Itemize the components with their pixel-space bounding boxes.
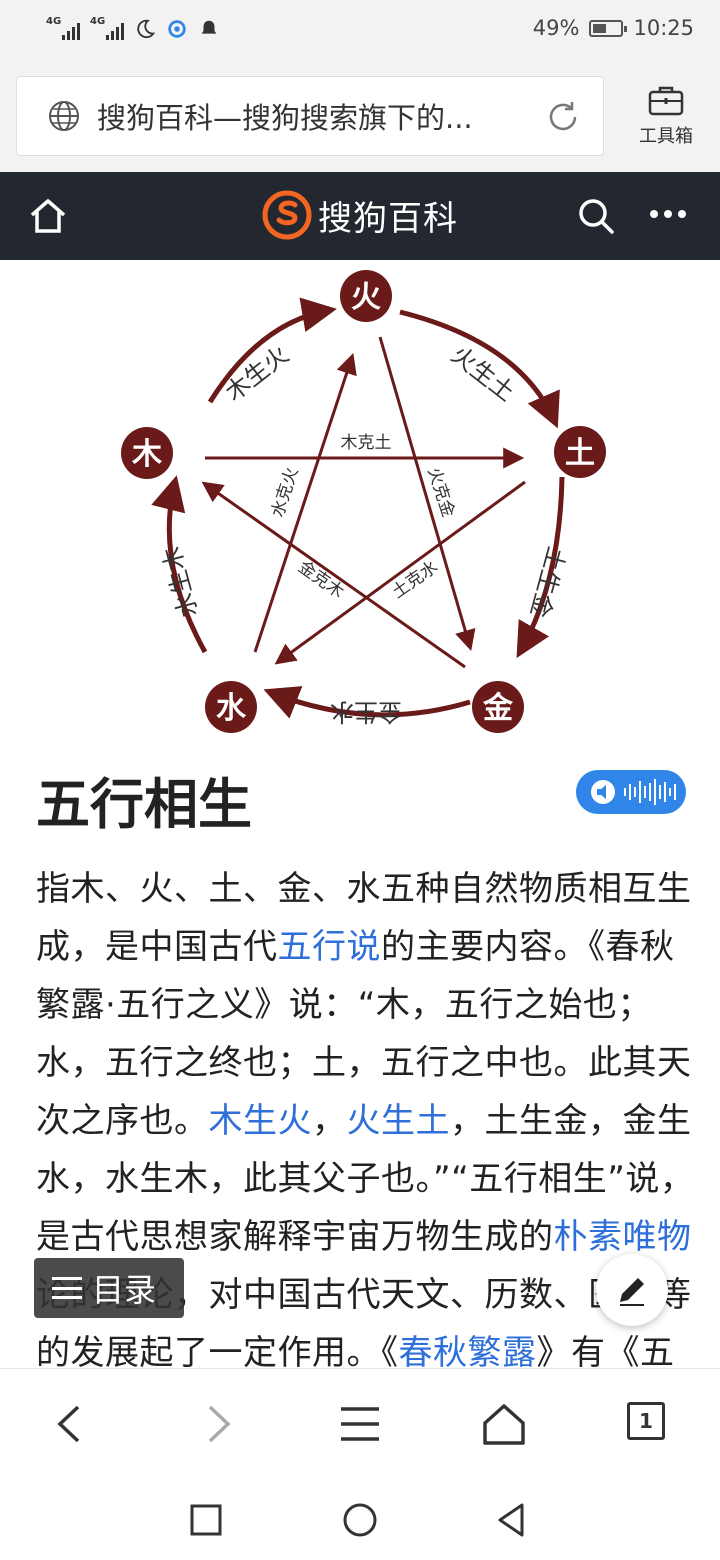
status-icons-right: 49% 10:25 [533, 16, 694, 40]
address-bar: 搜狗百科—搜狗搜索旗下的... 工具箱 [0, 64, 720, 172]
star-arrow-fire-metal [378, 336, 476, 652]
tabs-button[interactable]: 1 [627, 1402, 665, 1440]
element-metal: 金 [472, 681, 524, 733]
browser-bottom-bar: 1 [0, 1368, 720, 1480]
link-fire-earth[interactable]: 火生土 [347, 1101, 451, 1141]
url-text: 搜狗百科—搜狗搜索旗下的... [97, 101, 473, 135]
svg-text:水: 水 [216, 691, 247, 726]
status-icons-left: 4G 4G [46, 16, 220, 40]
forward-icon[interactable] [192, 1399, 242, 1449]
toc-label: 目录 [92, 1271, 157, 1309]
svg-text:木: 木 [131, 437, 162, 472]
url-field[interactable]: 搜狗百科—搜狗搜索旗下的... [16, 76, 604, 156]
toolbox-button[interactable]: 工具箱 [628, 84, 704, 148]
label-metal-water: 金生水 [330, 698, 402, 726]
signal-icon: 4G [46, 16, 80, 40]
reload-icon[interactable] [545, 99, 581, 135]
element-earth: 土 [554, 426, 606, 478]
label-water-fire: 水克火 [268, 465, 303, 520]
text-line: 次之序也。木生火，火生土，土生金，金生 [36, 1101, 692, 1141]
star-arrow-water-fire [253, 353, 357, 653]
element-water: 水 [205, 681, 257, 733]
text-line: 水，水生木，此其父子也。”“五行相生”说， [36, 1159, 695, 1199]
brand-name: 搜狗百科 [318, 198, 458, 239]
search-icon[interactable] [576, 196, 616, 236]
menu-icon [52, 1277, 82, 1299]
link-chunqiu-fanlu[interactable]: 春秋繁露 [399, 1333, 537, 1373]
globe-icon [49, 101, 79, 131]
system-back-icon[interactable] [492, 1500, 532, 1540]
menu-icon[interactable] [335, 1399, 385, 1449]
toolbox-label: 工具箱 [639, 126, 693, 147]
label-earth-metal: 土生金 [525, 544, 571, 621]
element-fire: 火 [340, 270, 392, 322]
system-nav-bar [0, 1480, 720, 1560]
label-fire-metal: 火克金 [423, 465, 458, 520]
battery-icon [589, 19, 628, 37]
text-line: 成，是中国古代五行说的主要内容。《春秋 [36, 927, 675, 967]
label-wood-earth: 木克土 [341, 433, 392, 453]
back-icon[interactable] [46, 1399, 96, 1449]
toolbox-icon [648, 86, 684, 116]
signal-icon: 4G [90, 16, 124, 40]
svg-text:金: 金 [482, 691, 514, 726]
audio-play-button[interactable] [576, 770, 686, 814]
link-wuxing-theory[interactable]: 五行说 [278, 927, 382, 967]
speaker-icon [591, 780, 615, 804]
label-water-wood: 水生木 [157, 544, 203, 621]
site-header: 搜狗百科 [0, 172, 720, 260]
sogou-logo-icon [262, 190, 312, 240]
text-line: 繁露·五行之义》说：“木，五行之始也； [36, 985, 652, 1025]
battery-fill [593, 23, 607, 33]
link-wood-fire[interactable]: 木生火 [209, 1101, 313, 1141]
notification-icon [201, 20, 217, 34]
location-icon [168, 20, 186, 38]
label-earth-water: 土克水 [389, 557, 442, 603]
waveform-icon [624, 777, 676, 807]
label-fire-earth: 火生土 [446, 340, 520, 406]
home-icon[interactable] [28, 196, 68, 236]
edit-button[interactable] [596, 1254, 668, 1326]
toc-button[interactable]: 目录 [34, 1258, 184, 1318]
brand[interactable]: 搜狗百科 [262, 190, 458, 240]
svg-text:火: 火 [351, 280, 381, 315]
article-title: 五行相生 [36, 773, 252, 836]
moon-icon [137, 19, 156, 39]
system-home-icon[interactable] [340, 1500, 380, 1540]
element-wood: 木 [121, 427, 173, 479]
link-naive-materialism[interactable]: 朴素唯物 [554, 1217, 692, 1257]
wuxing-diagram: 火 土 金 水 木 木生火 火生土 土生金 金生水 水生木 木克土 火克金 水克… [121, 270, 606, 733]
status-bar: 4G 4G 49% 10:25 [0, 0, 720, 64]
text-line: 指木、火、土、金、水五种自然物质相互生 [36, 869, 692, 909]
clock: 10:25 [633, 16, 694, 40]
text-line: 水，五行之终也；土，五行之中也。此其天 [36, 1043, 692, 1083]
battery-percent: 49% [532, 16, 580, 40]
pencil-icon [620, 1278, 644, 1306]
recent-apps-icon[interactable] [186, 1500, 226, 1540]
home-icon[interactable] [479, 1399, 529, 1449]
svg-text:土: 土 [565, 436, 595, 471]
more-icon[interactable] [650, 210, 686, 218]
